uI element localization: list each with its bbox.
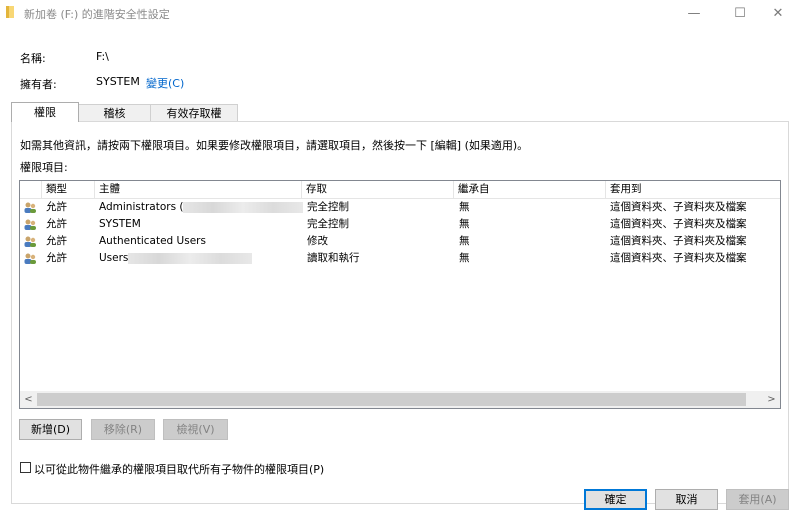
replace-child-permissions-label[interactable]: 以可從此物件繼承的權限項目取代所有子物件的權限項目(P) bbox=[34, 461, 324, 477]
apply-button[interactable]: 套用(A) bbox=[726, 489, 789, 510]
instruction-text: 如需其他資訊，請按兩下權限項目。如果要修改權限項目，請選取項目，然後按一下 [編… bbox=[20, 139, 529, 152]
row-principal-wrap: Administrators ( bbox=[99, 199, 304, 216]
table-row[interactable]: 允許 Users 讀取和執行 無 這個資料夾、子資料夾及檔案 bbox=[20, 250, 780, 267]
scroll-right-icon[interactable]: > bbox=[763, 391, 780, 408]
users-icon bbox=[24, 253, 36, 264]
cancel-button[interactable]: 取消 bbox=[655, 489, 718, 510]
row-principal: Administrators ( bbox=[99, 201, 184, 213]
column-applies-to[interactable]: 套用到 bbox=[606, 181, 780, 198]
title-bar[interactable]: 新加卷 (F:) 的進階安全性設定 — ☐ ✕ bbox=[0, 0, 800, 26]
owner-label: 擁有者: bbox=[20, 78, 57, 91]
view-button[interactable]: 檢視(V) bbox=[163, 419, 228, 440]
redacted-text bbox=[183, 201, 304, 213]
row-principal: Authenticated Users bbox=[99, 235, 206, 247]
users-icon bbox=[24, 219, 36, 230]
tab-auditing[interactable]: 稽核 bbox=[78, 104, 151, 121]
scrollbar-thumb[interactable] bbox=[37, 393, 746, 406]
column-icon bbox=[20, 181, 42, 198]
row-applies-to: 這個資料夾、子資料夾及檔案 bbox=[610, 235, 747, 247]
row-principal: SYSTEM bbox=[99, 218, 141, 230]
tab-permissions[interactable]: 權限 bbox=[11, 102, 79, 122]
minimize-button[interactable]: — bbox=[672, 0, 716, 26]
row-applies-to: 這個資料夾、子資料夾及檔案 bbox=[610, 218, 747, 230]
dialog-client: 名稱: F:\ 擁有者: SYSTEM 變更(C) 權限 稽核 有效存取權 如需… bbox=[0, 26, 800, 518]
horizontal-scrollbar[interactable]: < > bbox=[20, 391, 780, 408]
column-type[interactable]: 類型 bbox=[42, 181, 95, 198]
row-inherited: 無 bbox=[459, 235, 470, 247]
row-principal-wrap: Users bbox=[99, 250, 253, 267]
permission-entries-list[interactable]: 類型 主體 存取 繼承自 套用到 允許 Administrators ( 完全控… bbox=[19, 180, 781, 409]
column-access[interactable]: 存取 bbox=[302, 181, 454, 198]
row-inherited: 無 bbox=[459, 201, 470, 213]
table-row[interactable]: 允許 Authenticated Users 修改 無 這個資料夾、子資料夾及檔… bbox=[20, 233, 780, 250]
name-value: F:\ bbox=[96, 50, 109, 63]
folder-icon bbox=[6, 6, 14, 18]
row-type: 允許 bbox=[46, 218, 67, 230]
change-owner-link[interactable]: 變更(C) bbox=[146, 75, 184, 91]
row-type: 允許 bbox=[46, 201, 67, 213]
redacted-text bbox=[128, 252, 253, 264]
close-button[interactable]: ✕ bbox=[756, 0, 800, 26]
row-access: 修改 bbox=[307, 235, 328, 247]
row-access: 讀取和執行 bbox=[307, 252, 360, 264]
add-button[interactable]: 新增(D) bbox=[19, 419, 82, 440]
row-inherited: 無 bbox=[459, 218, 470, 230]
list-header: 類型 主體 存取 繼承自 套用到 bbox=[20, 181, 780, 199]
row-inherited: 無 bbox=[459, 252, 470, 264]
users-icon bbox=[24, 202, 36, 213]
name-label: 名稱: bbox=[20, 52, 46, 65]
permissions-panel: 如需其他資訊，請按兩下權限項目。如果要修改權限項目，請選取項目，然後按一下 [編… bbox=[11, 121, 789, 504]
advanced-security-settings-window: 新加卷 (F:) 的進階安全性設定 — ☐ ✕ 名稱: F:\ 擁有者: SYS… bbox=[0, 0, 800, 518]
row-type: 允許 bbox=[46, 252, 67, 264]
row-principal: Users bbox=[99, 252, 129, 264]
permission-entries-label: 權限項目: bbox=[20, 161, 68, 174]
scroll-left-icon[interactable]: < bbox=[20, 391, 37, 408]
owner-value: SYSTEM bbox=[96, 75, 140, 88]
table-row[interactable]: 允許 Administrators ( 完全控制 無 這個資料夾、子資料夾及檔案 bbox=[20, 199, 780, 216]
window-title: 新加卷 (F:) 的進階安全性設定 bbox=[24, 8, 170, 21]
tab-effective-access[interactable]: 有效存取權 bbox=[150, 104, 238, 121]
row-access: 完全控制 bbox=[307, 218, 349, 230]
column-principal[interactable]: 主體 bbox=[95, 181, 302, 198]
replace-child-permissions-checkbox[interactable] bbox=[20, 462, 31, 473]
column-inherited-from[interactable]: 繼承自 bbox=[454, 181, 606, 198]
row-applies-to: 這個資料夾、子資料夾及檔案 bbox=[610, 252, 747, 264]
row-access: 完全控制 bbox=[307, 201, 349, 213]
users-icon bbox=[24, 236, 36, 247]
row-applies-to: 這個資料夾、子資料夾及檔案 bbox=[610, 201, 747, 213]
row-type: 允許 bbox=[46, 235, 67, 247]
remove-button[interactable]: 移除(R) bbox=[91, 419, 155, 440]
ok-button[interactable]: 確定 bbox=[584, 489, 647, 510]
table-row[interactable]: 允許 SYSTEM 完全控制 無 這個資料夾、子資料夾及檔案 bbox=[20, 216, 780, 233]
